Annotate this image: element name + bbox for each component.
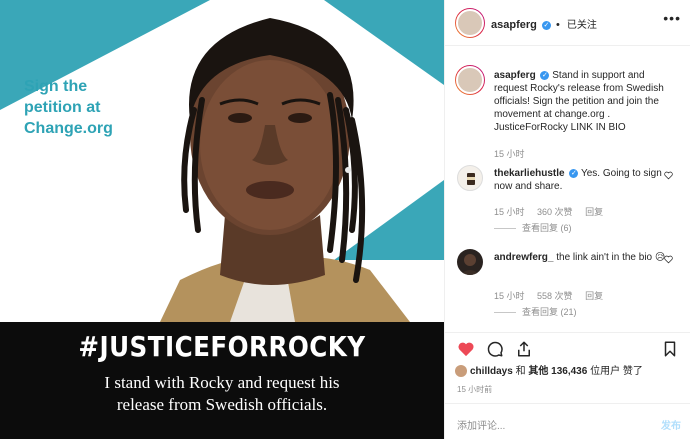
reply-button[interactable]: 回复 bbox=[585, 207, 603, 217]
comment-likes[interactable]: 360 次赞 bbox=[537, 207, 573, 217]
post-side-panel: asapferg ✓ • 已关注 ••• asapferg ✓ Stand in… bbox=[444, 0, 690, 439]
comment-likes[interactable]: 558 次赞 bbox=[537, 291, 573, 301]
post-header: asapferg ✓ • 已关注 ••• bbox=[445, 0, 690, 46]
verified-icon: ✓ bbox=[540, 70, 550, 80]
comment-icon[interactable] bbox=[486, 340, 504, 358]
view-replies[interactable]: 查看回复 (6) bbox=[494, 221, 572, 234]
avatar[interactable] bbox=[456, 66, 484, 94]
comment-input[interactable]: 添加评论... bbox=[457, 417, 505, 432]
avatar[interactable] bbox=[456, 9, 484, 37]
add-comment-bar: 添加评论... 发布 bbox=[445, 403, 690, 439]
caption-text: asapferg ✓ Stand in support and request … bbox=[494, 69, 669, 134]
comment-body: the link ain't in the bio bbox=[556, 252, 653, 263]
petition-line: petition at bbox=[24, 99, 101, 116]
comment-username[interactable]: thekarliehustle bbox=[494, 168, 565, 179]
caption-avatar-ring[interactable] bbox=[455, 65, 485, 95]
ellipsis-icon[interactable]: ••• bbox=[663, 10, 681, 26]
comment-text: thekarliehustle ✓ Yes. Going to sign now… bbox=[494, 167, 669, 193]
likes-count[interactable]: 136,436 bbox=[551, 366, 587, 377]
caption-time[interactable]: 15 小时 bbox=[494, 149, 525, 159]
hashtag-title: #JUSTICEFORROCKY bbox=[78, 330, 366, 363]
comment-time[interactable]: 15 小时 bbox=[494, 207, 525, 217]
replies-dash bbox=[494, 228, 516, 230]
heart-icon[interactable] bbox=[457, 340, 475, 358]
post-time[interactable]: 15 小时前 bbox=[457, 384, 492, 395]
post-image: Sign the petition at Change.org #JUSTICE… bbox=[0, 0, 444, 439]
comment-meta: 15 小时 558 次赞 回复 bbox=[494, 289, 613, 302]
statement-text: I stand with Rocky and request his relea… bbox=[0, 372, 444, 416]
comment-text: andrewferg_ the link ain't in the bio 😥 bbox=[494, 251, 669, 264]
petition-text: Sign the petition at Change.org bbox=[24, 76, 113, 139]
comments-list[interactable]: asapferg ✓ Stand in support and request … bbox=[445, 47, 690, 329]
likes-line: chilldays 和 其他 136,436 位用户 赞了 bbox=[455, 362, 643, 378]
post-comment-button[interactable]: 发布 bbox=[661, 417, 681, 432]
likes-others[interactable]: 其他 bbox=[528, 366, 548, 377]
view-replies-label[interactable]: 查看回复 (6) bbox=[522, 223, 572, 233]
portrait-photo bbox=[160, 18, 410, 322]
verified-icon: ✓ bbox=[541, 20, 551, 30]
liker-username[interactable]: chilldays bbox=[470, 366, 513, 377]
share-icon[interactable] bbox=[515, 340, 533, 358]
petition-line: Sign the bbox=[24, 78, 88, 95]
header-user-line: asapferg ✓ • 已关注 bbox=[491, 16, 597, 31]
avatar-ring[interactable] bbox=[455, 8, 485, 38]
likes-connector: 和 bbox=[515, 366, 526, 377]
caption-meta: 15 小时 bbox=[494, 147, 535, 160]
view-replies[interactable]: 查看回复 (21) bbox=[494, 305, 577, 318]
person-photo-icon bbox=[460, 254, 480, 275]
statement-line: release from Swedish officials. bbox=[116, 395, 328, 414]
like-heart-icon[interactable] bbox=[664, 171, 673, 180]
header-username[interactable]: asapferg bbox=[491, 19, 537, 31]
reply-button[interactable]: 回复 bbox=[585, 291, 603, 301]
comment-username[interactable]: andrewferg_ bbox=[494, 252, 553, 263]
avatar[interactable] bbox=[455, 365, 467, 378]
bookmark-icon[interactable] bbox=[661, 340, 679, 358]
replies-dash bbox=[494, 312, 516, 314]
likes-suffix: 位用户 赞了 bbox=[590, 366, 643, 377]
follow-button[interactable]: 已关注 bbox=[567, 20, 597, 31]
statement-line: I stand with Rocky and request his bbox=[104, 373, 340, 392]
coffee-cup-icon bbox=[467, 173, 475, 185]
verified-icon: ✓ bbox=[569, 168, 579, 178]
dot-separator: • bbox=[555, 19, 560, 31]
comment-meta: 15 小时 360 次赞 回复 bbox=[494, 205, 613, 218]
comment-time[interactable]: 15 小时 bbox=[494, 291, 525, 301]
view-replies-label[interactable]: 查看回复 (21) bbox=[522, 307, 577, 317]
like-heart-icon[interactable] bbox=[664, 255, 673, 264]
caption-username[interactable]: asapferg bbox=[494, 70, 536, 81]
avatar[interactable] bbox=[457, 165, 483, 191]
action-bar bbox=[445, 332, 690, 362]
petition-line: Change.org bbox=[24, 120, 113, 137]
avatar[interactable] bbox=[457, 249, 483, 275]
